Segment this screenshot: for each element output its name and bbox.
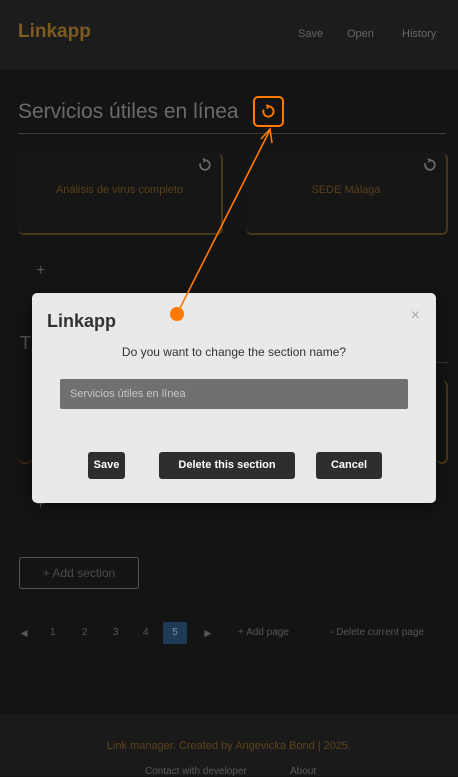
cancel-button[interactable]: Cancel	[316, 452, 382, 479]
section-title: Servicios útiles en línea	[18, 100, 239, 123]
page-button[interactable]: 1	[50, 622, 56, 644]
section-divider	[18, 133, 446, 134]
link-card-label: Análisis de virus completo	[55, 184, 184, 196]
nav-save-link[interactable]: Save	[298, 28, 323, 40]
add-link-button[interactable]: +	[36, 262, 45, 280]
rename-section-button[interactable]	[253, 96, 284, 127]
link-card[interactable]: SEDE Málaga	[246, 153, 448, 235]
refresh-icon	[262, 104, 275, 118]
link-card[interactable]	[18, 380, 32, 464]
footer-credit: Link manager. Created by Angevicka Bond …	[106, 740, 352, 752]
nav-open-link[interactable]: Open	[347, 28, 374, 40]
second-section-title: T	[20, 333, 31, 353]
link-card-label: SEDE Málaga	[311, 184, 381, 196]
contact-link[interactable]: Contact with developer	[145, 766, 247, 777]
rename-section-dialog: Linkapp × Do you want to change the sect…	[32, 293, 436, 503]
page-button[interactable]: 3	[113, 622, 119, 644]
dialog-title: Linkapp	[47, 311, 117, 331]
add-page-button[interactable]: + Add page	[238, 622, 289, 644]
page-button-active[interactable]: 5	[163, 622, 187, 644]
link-card[interactable]: Análisis de virus completo	[18, 153, 223, 235]
pagination: ◄ 1 2 3 4 5 ► + Add page - Delete curren…	[0, 622, 458, 644]
page-button[interactable]: 4	[143, 622, 149, 644]
footer: Link manager. Created by Angevicka Bond …	[0, 714, 458, 777]
link-card[interactable]	[436, 380, 448, 464]
delete-page-button[interactable]: - Delete current page	[330, 622, 424, 644]
about-link[interactable]: About	[290, 766, 316, 777]
section-name-input[interactable]	[60, 379, 408, 409]
prev-page-button[interactable]: ◄	[18, 622, 30, 644]
dialog-question: Do you want to change the section name?	[121, 345, 347, 359]
nav-history-link[interactable]: History	[402, 28, 436, 40]
card-refresh-icon[interactable]	[198, 158, 212, 172]
close-icon[interactable]: ×	[411, 307, 420, 325]
brand-logo[interactable]: Linkapp	[18, 21, 91, 43]
card-refresh-icon[interactable]	[423, 158, 437, 172]
page-button[interactable]: 2	[82, 622, 88, 644]
add-section-button[interactable]: + Add section	[19, 557, 139, 589]
next-page-button[interactable]: ►	[202, 622, 214, 644]
top-navbar: Linkapp Save Open History	[0, 0, 458, 70]
save-button[interactable]: Save	[88, 452, 125, 479]
delete-section-button[interactable]: Delete this section	[159, 452, 295, 479]
